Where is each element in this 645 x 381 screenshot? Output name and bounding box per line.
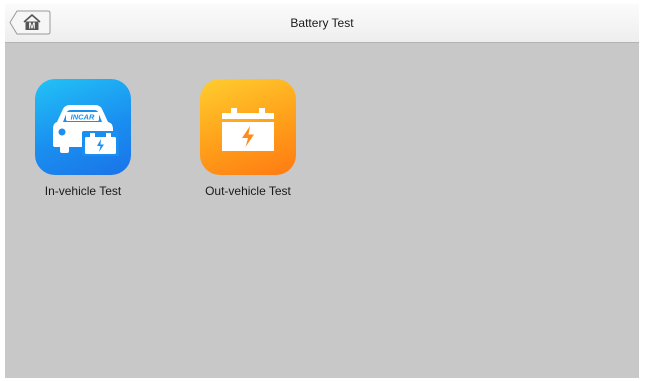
in-vehicle-test-tile[interactable]: INCAR In-vehicle Test (23, 79, 143, 198)
car-battery-icon: INCAR (35, 79, 131, 175)
incar-badge-text: INCAR (71, 113, 95, 122)
out-vehicle-test-tile[interactable]: Out-vehicle Test (188, 79, 308, 198)
out-vehicle-test-label: Out-vehicle Test (205, 184, 291, 198)
battery-icon (200, 79, 296, 175)
top-bar: M Battery Test (5, 4, 639, 43)
in-vehicle-test-label: In-vehicle Test (44, 184, 122, 198)
app-screen: M Battery Test INCAR In-vehicle Test Out… (5, 4, 639, 378)
page-title: Battery Test (290, 16, 354, 30)
